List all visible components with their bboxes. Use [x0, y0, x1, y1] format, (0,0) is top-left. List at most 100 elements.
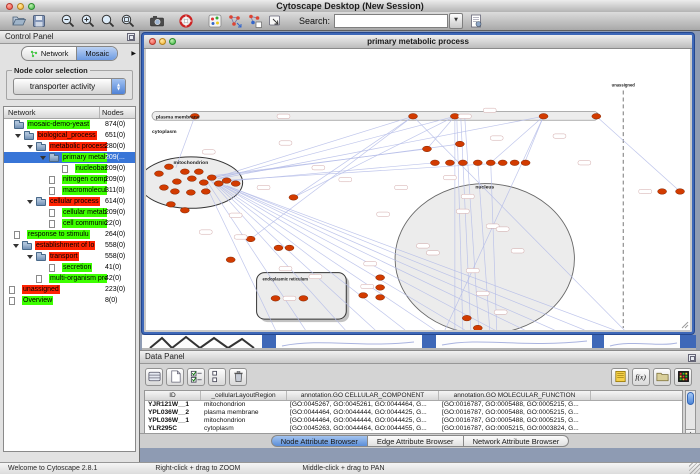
- view-close-button[interactable]: [149, 38, 156, 45]
- tree-row[interactable]: response to stimulu264(0): [4, 229, 135, 240]
- tab-network-attribute-browser[interactable]: Network Attribute Browser: [464, 435, 570, 447]
- network-node[interactable]: [510, 160, 519, 166]
- network-node[interactable]: [164, 164, 173, 170]
- network-node[interactable]: [289, 195, 298, 201]
- table-row[interactable]: YLR295Ccytoplasm[GO:0045263, GO:0044464,…: [145, 425, 682, 433]
- tree-row[interactable]: biological_process651(0): [4, 130, 135, 141]
- annotation-icon[interactable]: [267, 13, 283, 29]
- tree-row[interactable]: nucleobase-209(0): [4, 163, 135, 174]
- network-node[interactable]: [180, 208, 189, 214]
- table-row[interactable]: YPL036W__1mitochondrion[GO:0044464, GO:0…: [145, 417, 682, 425]
- network-node[interactable]: [159, 185, 168, 191]
- vizmapper-icon[interactable]: [207, 13, 223, 29]
- tree-row[interactable]: mosaic-demo-yeast874(0): [4, 119, 135, 130]
- network-node[interactable]: [592, 114, 601, 120]
- tree-row[interactable]: metabolic process280(0): [4, 141, 135, 152]
- tree-row[interactable]: unassigned223(0): [4, 284, 135, 295]
- expander-icon[interactable]: [27, 145, 33, 149]
- float-panel-icon[interactable]: [127, 33, 135, 41]
- network-node[interactable]: [462, 315, 471, 321]
- network-node[interactable]: [376, 275, 385, 281]
- network-node[interactable]: [180, 169, 189, 175]
- unselect-attributes-icon[interactable]: [208, 368, 226, 386]
- network-node[interactable]: [170, 189, 179, 195]
- select-attributes-icon[interactable]: [187, 368, 205, 386]
- tab-edge-attribute-browser[interactable]: Edge Attribute Browser: [368, 435, 464, 447]
- network-node[interactable]: [455, 141, 464, 147]
- network-node[interactable]: [246, 236, 255, 242]
- network-node[interactable]: [166, 202, 175, 208]
- network-node[interactable]: [274, 245, 283, 251]
- tree-row[interactable]: cellular process614(0): [4, 196, 135, 207]
- snapshot-icon[interactable]: [149, 13, 165, 29]
- matrix-icon[interactable]: [674, 368, 692, 386]
- network-node[interactable]: [214, 181, 223, 187]
- tab-mosaic[interactable]: Mosaic: [76, 47, 117, 60]
- network-node[interactable]: [207, 175, 216, 181]
- network-node[interactable]: [172, 179, 181, 185]
- network-node[interactable]: [226, 257, 235, 263]
- column-header[interactable]: _cellularLayoutRegion: [201, 391, 287, 400]
- tab-network[interactable]: Network: [22, 47, 77, 60]
- network-node[interactable]: [359, 293, 368, 299]
- tree-row[interactable]: nitrogen compo209(0): [4, 174, 135, 185]
- tree-row[interactable]: establishment of lo558(0): [4, 240, 135, 251]
- float-data-panel-icon[interactable]: [688, 354, 696, 362]
- zoom-selected-icon[interactable]: [100, 13, 116, 29]
- network-node[interactable]: [409, 114, 418, 120]
- network-node[interactable]: [521, 160, 530, 166]
- save-icon[interactable]: [31, 13, 47, 29]
- scrollbar-thumb[interactable]: [687, 392, 694, 405]
- tree-row[interactable]: cell communicat22(0): [4, 218, 135, 229]
- column-header[interactable]: annotation.GO MOLECULAR_FUNCTION: [439, 391, 591, 400]
- network-node[interactable]: [422, 146, 431, 152]
- network-node[interactable]: [285, 245, 294, 251]
- search-options-icon[interactable]: [468, 13, 484, 29]
- network-node[interactable]: [231, 181, 240, 187]
- expander-icon[interactable]: [27, 200, 33, 204]
- network-node[interactable]: [299, 296, 308, 302]
- network-node[interactable]: [539, 114, 548, 120]
- network-canvas[interactable]: plasma membrane cytoplasm mitochondrion …: [146, 49, 690, 330]
- search-dropdown-arrow[interactable]: ▼: [449, 13, 463, 29]
- expander-icon[interactable]: [27, 255, 33, 259]
- node-color-dropdown[interactable]: transporter activity ▲▼: [13, 78, 126, 95]
- expander-icon[interactable]: [13, 244, 19, 248]
- tree-row[interactable]: Overview8(0): [4, 295, 135, 306]
- function-builder-icon[interactable]: f(x): [632, 368, 650, 386]
- search-input[interactable]: [334, 14, 448, 28]
- network-node[interactable]: [271, 296, 280, 302]
- column-header[interactable]: ID: [145, 391, 201, 400]
- view-zoom-button[interactable]: [169, 38, 176, 45]
- network-node[interactable]: [486, 160, 495, 166]
- background-windows[interactable]: [142, 335, 696, 350]
- zoom-in-icon[interactable]: [80, 13, 96, 29]
- expander-icon[interactable]: [15, 134, 21, 138]
- tree-row[interactable]: macromolecule311(0): [4, 185, 135, 196]
- network-node[interactable]: [473, 325, 482, 330]
- tab-node-attribute-browser[interactable]: Node Attribute Browser: [271, 435, 368, 447]
- table-row[interactable]: YPL036W__2plasma membrane[GO:0044464, GO…: [145, 409, 682, 417]
- attribute-table-icon[interactable]: [145, 368, 163, 386]
- network-node[interactable]: [676, 189, 685, 195]
- edit-nested-network-icon[interactable]: [247, 13, 263, 29]
- tree-row[interactable]: secretion41(0): [4, 262, 135, 273]
- network-node[interactable]: [194, 169, 203, 175]
- tree-column-nodes[interactable]: Nodes: [100, 107, 135, 118]
- zoom-fit-icon[interactable]: [120, 13, 136, 29]
- view-minimize-button[interactable]: [159, 38, 166, 45]
- delete-attribute-icon[interactable]: [229, 368, 247, 386]
- network-node[interactable]: [450, 114, 459, 120]
- network-node[interactable]: [154, 171, 163, 177]
- network-node[interactable]: [498, 160, 507, 166]
- tab-overflow-arrow[interactable]: ▶: [131, 50, 136, 57]
- create-attribute-icon[interactable]: [166, 368, 184, 386]
- zoom-out-icon[interactable]: [60, 13, 76, 29]
- tree-row[interactable]: multi-organism pro42(0): [4, 273, 135, 284]
- network-node[interactable]: [458, 160, 467, 166]
- network-node[interactable]: [445, 160, 454, 166]
- column-header[interactable]: annotation.GO CELLULAR_COMPONENT: [287, 391, 439, 400]
- network-node[interactable]: [658, 189, 667, 195]
- table-row[interactable]: YJR121W__1mitochondrion[GO:0045267, GO:0…: [145, 401, 682, 409]
- network-node[interactable]: [186, 190, 195, 196]
